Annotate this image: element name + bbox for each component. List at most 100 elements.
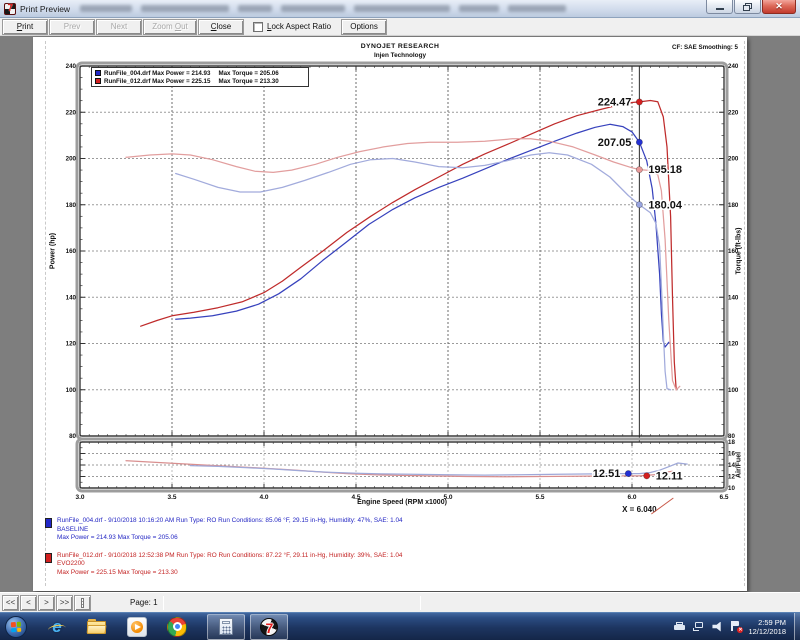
clock-date: 12/12/2018: [748, 627, 786, 636]
torque-axis-label: Torque (ft-lbs): [736, 228, 743, 275]
engine-speed-axis-label: Engine Speed (RPM x1000): [80, 499, 724, 506]
svg-text:207.05: 207.05: [598, 137, 632, 149]
svg-text:120: 120: [66, 341, 77, 348]
svg-text:18: 18: [728, 439, 735, 446]
first-page-button[interactable]: <<: [2, 595, 19, 611]
toolbar: Print Prev Next Zoom Out Close Lock Aspe…: [0, 18, 800, 36]
svg-text:100: 100: [728, 387, 739, 394]
network-tray-icon[interactable]: [693, 622, 705, 632]
print-preview-window: Print Preview ✕ Print Prev Next Zoom Out…: [0, 0, 800, 640]
titlebar: Print Preview ✕: [0, 0, 800, 18]
printer-tray-icon[interactable]: [674, 622, 686, 631]
minimize-icon: [716, 8, 724, 10]
chart-header-line2: Injen Technology: [200, 52, 600, 59]
start-button[interactable]: [5, 616, 27, 638]
left-margin-guide: [45, 41, 46, 586]
restore-button[interactable]: [734, 0, 761, 14]
restore-icon: [743, 3, 752, 11]
last-page-button[interactable]: >>: [56, 595, 73, 611]
page-setup-icon: [81, 598, 84, 608]
options-button[interactable]: Options: [341, 19, 387, 35]
lock-aspect-ratio-control: Lock Aspect Ratio: [253, 22, 331, 32]
svg-text:140: 140: [66, 294, 77, 301]
chart-legend: RunFile_004.drf Max Power = 214.93 Max T…: [91, 67, 309, 87]
svg-text:160: 160: [66, 248, 77, 255]
close-window-button[interactable]: ✕: [762, 0, 796, 14]
run-marker-blue: [45, 518, 52, 528]
legend-swatch-red: [95, 78, 101, 84]
volume-tray-icon[interactable]: [712, 622, 723, 632]
zoom-out-button[interactable]: Zoom Out: [143, 19, 197, 35]
show-desktop-button[interactable]: [794, 613, 800, 640]
svg-text:120: 120: [728, 341, 739, 348]
system-tray: ✕ 2:59 PM 12/12/2018: [674, 613, 800, 640]
run2-name: EVO2200: [57, 560, 725, 569]
taskbar-clock[interactable]: 2:59 PM 12/12/2018: [748, 618, 786, 636]
minimize-button[interactable]: [706, 0, 733, 14]
print-button[interactable]: Print: [2, 19, 48, 35]
next-button[interactable]: Next: [96, 19, 142, 35]
run-info-block: RunFile_004.drf - 9/10/2018 10:16:20 AM …: [45, 517, 725, 587]
winpep7-taskbar-button[interactable]: 7: [250, 614, 288, 640]
next-page-button[interactable]: >: [38, 595, 55, 611]
clock-time: 2:59 PM: [748, 618, 786, 627]
taskbar: e 7 ✕ 2:59 PM 12/12/2018: [0, 612, 800, 640]
legend-row-evo2200: RunFile_012.drf Max Power = 225.15 Max T…: [95, 77, 305, 85]
close-icon: ✕: [775, 1, 783, 12]
svg-text:140: 140: [728, 294, 739, 301]
lock-aspect-ratio-label: Lock Aspect Ratio: [267, 22, 331, 31]
svg-text:180.04: 180.04: [648, 199, 683, 211]
svg-text:240: 240: [728, 63, 739, 70]
airfuel-axis-label: Air/Fuel: [736, 452, 743, 478]
svg-text:180: 180: [728, 202, 739, 209]
chrome-icon[interactable]: [167, 617, 187, 637]
run1-details: RunFile_004.drf - 9/10/2018 10:16:20 AM …: [57, 517, 725, 526]
svg-text:200: 200: [728, 156, 739, 163]
run-info-baseline: RunFile_004.drf - 9/10/2018 10:16:20 AM …: [45, 517, 725, 543]
run-info-evo2200: RunFile_012.drf - 9/10/2018 12:52:38 PM …: [45, 552, 725, 578]
app-icon: [4, 3, 16, 15]
svg-text:10: 10: [728, 485, 735, 492]
svg-text:14: 14: [728, 462, 735, 469]
page-setup-button[interactable]: [74, 595, 91, 611]
svg-text:12.51: 12.51: [593, 468, 621, 480]
preview-page: 8080100100120120140140160160180180200200…: [33, 37, 747, 591]
winpep7-icon: 7: [260, 618, 278, 636]
run1-name: BASELINE: [57, 526, 725, 535]
svg-text:220: 220: [728, 109, 739, 116]
close-preview-button[interactable]: Close: [198, 19, 244, 35]
calculator-taskbar-button[interactable]: [207, 614, 245, 640]
prev-button[interactable]: Prev: [49, 19, 95, 35]
window-title: Print Preview: [20, 4, 70, 14]
media-player-icon[interactable]: [127, 617, 147, 637]
svg-text:12.11: 12.11: [656, 470, 683, 482]
action-center-flag-icon[interactable]: ✕: [730, 621, 741, 632]
svg-text:80: 80: [69, 433, 76, 440]
lock-aspect-ratio-checkbox[interactable]: [253, 22, 263, 32]
file-explorer-icon[interactable]: [87, 618, 107, 638]
run1-max: Max Power = 214.93 Max Torque = 205.06: [57, 534, 725, 543]
internet-explorer-icon[interactable]: e: [47, 617, 67, 637]
svg-text:224.47: 224.47: [598, 97, 632, 109]
svg-text:X = 6.040: X = 6.040: [622, 505, 657, 514]
svg-text:12: 12: [728, 474, 735, 481]
svg-text:240: 240: [66, 63, 77, 70]
pager-bar: << < > >> Page: 1: [0, 592, 800, 612]
page-number-label: Page: 1: [130, 598, 158, 607]
svg-text:195.18: 195.18: [648, 164, 682, 176]
svg-text:16: 16: [728, 451, 735, 458]
legend-swatch-blue: [95, 70, 101, 76]
window-controls: ✕: [705, 0, 796, 14]
calculator-icon: [219, 618, 233, 635]
svg-text:180: 180: [66, 202, 77, 209]
prev-page-button[interactable]: <: [20, 595, 37, 611]
power-axis-label: Power (hp): [50, 233, 57, 269]
preview-area: 8080100100120120140140160160180180200200…: [0, 36, 800, 592]
chart-header-line1: DYNOJET RESEARCH: [200, 43, 600, 50]
right-margin-guide: [744, 41, 745, 586]
smoothing-note: CF: SAE Smoothing: 5: [672, 44, 738, 51]
dyno-chart: 8080100100120120140140160160180180200200…: [33, 37, 747, 591]
windows-flag-icon: [11, 621, 22, 632]
legend-row-baseline: RunFile_004.drf Max Power = 214.93 Max T…: [95, 69, 305, 77]
svg-text:220: 220: [66, 109, 77, 116]
